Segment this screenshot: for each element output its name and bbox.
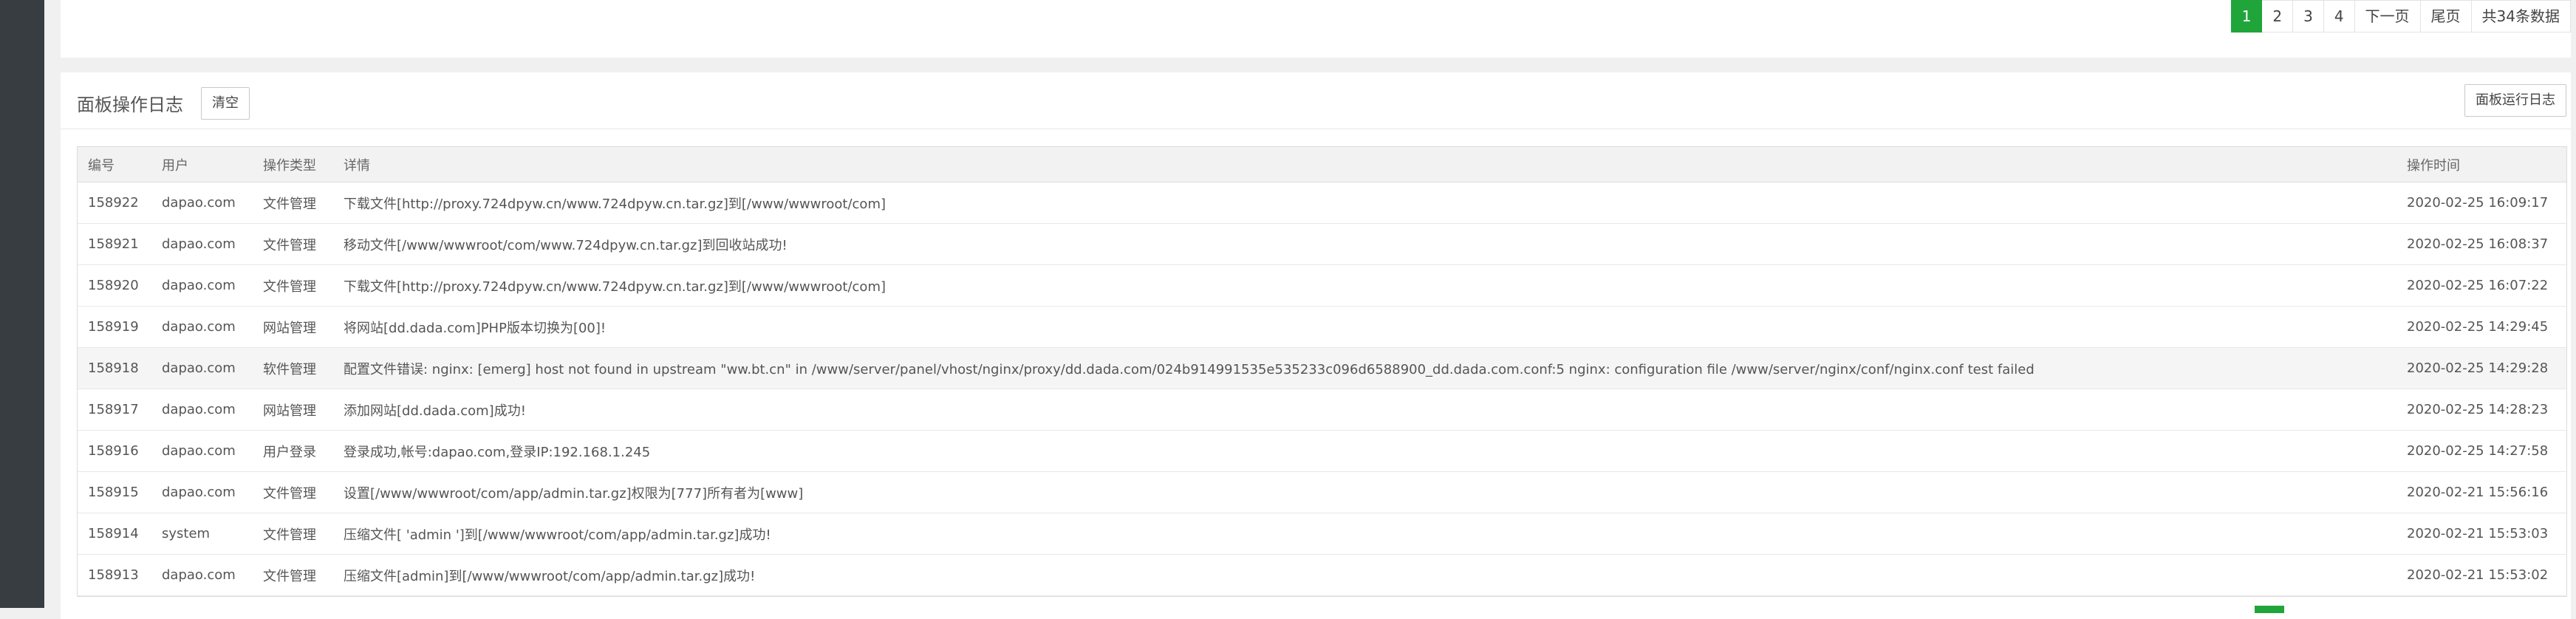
cell-detail: 添加网站[dd.dada.com]成功!	[333, 389, 2396, 431]
cell-type: 软件管理	[253, 347, 333, 389]
table-row: 158921 dapao.com 文件管理 移动文件[/www/wwwroot/…	[78, 223, 2566, 265]
cell-type: 网站管理	[253, 389, 333, 431]
column-header-id: 编号	[78, 147, 151, 182]
cell-id: 158922	[78, 182, 151, 224]
cell-type: 文件管理	[253, 182, 333, 224]
page-2-button[interactable]: 2	[2262, 0, 2294, 33]
cell-user: dapao.com	[151, 182, 253, 224]
table-row: 158920 dapao.com 文件管理 下载文件[http://proxy.…	[78, 264, 2566, 307]
cell-type: 文件管理	[253, 264, 333, 307]
table-row: 158919 dapao.com 网站管理 将网站[dd.dada.com]PH…	[78, 306, 2566, 348]
cell-id: 158920	[78, 264, 151, 307]
panel-run-log-button[interactable]: 面板运行日志	[2464, 84, 2566, 117]
cell-detail: 配置文件错误: nginx: [emerg] host not found in…	[333, 347, 2396, 389]
cell-detail: 下载文件[http://proxy.724dpyw.cn/www.724dpyw…	[333, 264, 2396, 307]
cell-type: 用户登录	[253, 430, 333, 472]
cell-time: 2020-02-21 15:53:03	[2396, 513, 2566, 555]
cell-type: 文件管理	[253, 554, 333, 596]
panel-title: 面板操作日志	[77, 95, 183, 115]
cell-time: 2020-02-25 14:29:45	[2396, 306, 2566, 348]
cell-type: 文件管理	[253, 513, 333, 555]
table-row: 158913 dapao.com 文件管理 压缩文件[admin]到[/www/…	[78, 554, 2566, 596]
cell-detail: 移动文件[/www/wwwroot/com/www.724dpyw.cn.tar…	[333, 223, 2396, 265]
cell-id: 158918	[78, 347, 151, 389]
cell-time: 2020-02-25 14:27:58	[2396, 430, 2566, 472]
cell-id: 158913	[78, 554, 151, 596]
cell-type: 网站管理	[253, 306, 333, 348]
cell-time: 2020-02-25 14:28:23	[2396, 389, 2566, 431]
cell-user: dapao.com	[151, 471, 253, 513]
cell-id: 158917	[78, 389, 151, 431]
cell-user: dapao.com	[151, 554, 253, 596]
log-table: 编号 用户 操作类型 详情 操作时间 158922 dapao.com 文件管理…	[77, 146, 2567, 597]
cell-time: 2020-02-25 16:07:22	[2396, 264, 2566, 307]
total-count: 共34条数据	[2471, 0, 2571, 33]
cell-detail: 登录成功,帐号:dapao.com,登录IP:192.168.1.245	[333, 430, 2396, 472]
table-row: 158918 dapao.com 软件管理 配置文件错误: nginx: [em…	[78, 347, 2566, 389]
cell-id: 158915	[78, 471, 151, 513]
table-row: 158916 dapao.com 用户登录 登录成功,帐号:dapao.com,…	[78, 430, 2566, 472]
cell-user: dapao.com	[151, 306, 253, 348]
panel-header: 面板操作日志 清空 面板运行日志	[61, 72, 2571, 129]
cell-time: 2020-02-21 15:56:16	[2396, 471, 2566, 513]
cell-user: system	[151, 513, 253, 555]
top-panel: 1 2 3 4 下一页 尾页 共34条数据	[61, 0, 2571, 58]
cell-type: 文件管理	[253, 471, 333, 513]
cell-id: 158916	[78, 430, 151, 472]
cell-id: 158921	[78, 223, 151, 265]
table-row: 158915 dapao.com 文件管理 设置[/www/wwwroot/co…	[78, 471, 2566, 513]
cell-user: dapao.com	[151, 389, 253, 431]
cell-time: 2020-02-21 15:53:02	[2396, 554, 2566, 596]
table-row: 158914 system 文件管理 压缩文件[ 'admin ']到[/www…	[78, 513, 2566, 555]
table-header-row: 编号 用户 操作类型 详情 操作时间	[78, 147, 2566, 182]
cell-detail: 压缩文件[admin]到[/www/wwwroot/com/app/admin.…	[333, 554, 2396, 596]
column-header-user: 用户	[151, 147, 253, 182]
operation-log-panel: 面板操作日志 清空 面板运行日志 编号 用户 操作类型 详情 操作时间 1589…	[61, 72, 2571, 619]
column-header-time: 操作时间	[2396, 147, 2566, 182]
page-3-button[interactable]: 3	[2293, 0, 2324, 33]
column-header-type: 操作类型	[253, 147, 333, 182]
cell-time: 2020-02-25 14:29:28	[2396, 347, 2566, 389]
table-row: 158917 dapao.com 网站管理 添加网站[dd.dada.com]成…	[78, 389, 2566, 431]
sidebar	[0, 0, 44, 608]
bottom-page-1-button[interactable]	[2255, 606, 2284, 613]
cell-id: 158919	[78, 306, 151, 348]
cell-type: 文件管理	[253, 223, 333, 265]
table-row: 158922 dapao.com 文件管理 下载文件[http://proxy.…	[78, 182, 2566, 224]
clear-button[interactable]: 清空	[201, 87, 250, 120]
page-1-button[interactable]: 1	[2230, 0, 2263, 33]
cell-id: 158914	[78, 513, 151, 555]
cell-user: dapao.com	[151, 430, 253, 472]
cell-time: 2020-02-25 16:08:37	[2396, 223, 2566, 265]
cell-user: dapao.com	[151, 223, 253, 265]
cell-detail: 将网站[dd.dada.com]PHP版本切换为[00]!	[333, 306, 2396, 348]
next-page-button[interactable]: 下一页	[2354, 0, 2421, 33]
column-header-detail: 详情	[333, 147, 2396, 182]
page-4-button[interactable]: 4	[2323, 0, 2355, 33]
cell-detail: 下载文件[http://proxy.724dpyw.cn/www.724dpyw…	[333, 182, 2396, 224]
cell-user: dapao.com	[151, 347, 253, 389]
cell-time: 2020-02-25 16:09:17	[2396, 182, 2566, 224]
cell-detail: 压缩文件[ 'admin ']到[/www/wwwroot/com/app/ad…	[333, 513, 2396, 555]
pagination: 1 2 3 4 下一页 尾页 共34条数据	[2230, 0, 2571, 33]
bottom-pagination	[2255, 606, 2343, 613]
last-page-button[interactable]: 尾页	[2420, 0, 2472, 33]
cell-detail: 设置[/www/wwwroot/com/app/admin.tar.gz]权限为…	[333, 471, 2396, 513]
cell-user: dapao.com	[151, 264, 253, 307]
